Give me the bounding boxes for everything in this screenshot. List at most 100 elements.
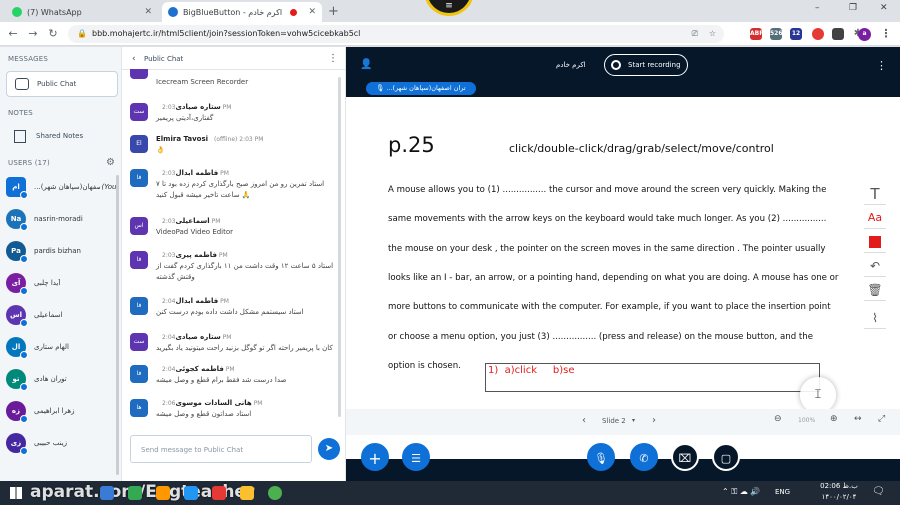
message-sender: فاطمه پیری2:03 PM bbox=[156, 251, 228, 259]
answer-textbox[interactable]: 1) a)click b)se bbox=[485, 363, 820, 392]
fit-width-icon[interactable]: ↔ bbox=[854, 414, 862, 424]
options-icon[interactable]: ⋮ bbox=[876, 59, 887, 72]
profile-avatar[interactable]: a bbox=[858, 28, 871, 41]
new-tab-button[interactable]: + bbox=[328, 4, 339, 19]
notification-icon[interactable]: 🗨 bbox=[872, 486, 885, 497]
url-input[interactable]: 🔒 bbb.mohajertc.ir/html5client/join?sess… bbox=[68, 25, 724, 43]
user-list-item[interactable]: زی زینب حبیبی bbox=[6, 431, 118, 455]
close-icon[interactable]: ✕ bbox=[144, 7, 152, 17]
avatar-initials: زی bbox=[10, 439, 22, 447]
shared-notes-item[interactable]: Shared Notes bbox=[6, 123, 118, 149]
extension-icon[interactable]: 5265 bbox=[770, 28, 787, 40]
app-icon[interactable] bbox=[240, 486, 254, 500]
app-icon[interactable] bbox=[128, 486, 142, 500]
send-button[interactable]: ➤ bbox=[318, 438, 340, 460]
tab-bigbluebutton[interactable]: BigBlueButton - اکرم خادم ✕ bbox=[162, 2, 322, 22]
notes-icon bbox=[14, 129, 26, 143]
cast-icon[interactable]: ⎚ bbox=[692, 25, 698, 43]
multi-user-whiteboard-icon[interactable]: ⌇ bbox=[864, 307, 886, 329]
user-list-item[interactable]: ال الهام ستاری bbox=[6, 335, 118, 359]
shared-notes-label: Shared Notes bbox=[36, 132, 84, 140]
chat-options-icon[interactable]: ⋮ bbox=[328, 53, 338, 64]
chrome-icon[interactable] bbox=[268, 486, 282, 500]
browser-menu-icon[interactable]: ⋮ bbox=[880, 28, 892, 40]
windows-start-icon[interactable] bbox=[10, 487, 22, 499]
sender-name: فاطمه ابدال bbox=[175, 297, 219, 305]
tab-whatsapp[interactable]: (7) WhatsApp ✕ bbox=[6, 2, 158, 22]
reload-icon[interactable]: ↻ bbox=[46, 27, 60, 41]
user-icon[interactable]: 👤 bbox=[360, 59, 372, 70]
microphone-icon bbox=[20, 287, 28, 295]
leave-audio-button[interactable]: ✆ bbox=[630, 443, 658, 471]
slide-page-label: p.25 bbox=[388, 133, 435, 157]
overlay-menu-button[interactable]: ≡ bbox=[424, 0, 474, 16]
public-chat-item[interactable]: Public Chat bbox=[6, 71, 118, 97]
color-picker[interactable] bbox=[864, 231, 886, 253]
avatar: Na bbox=[6, 209, 28, 231]
forward-icon[interactable]: → bbox=[26, 27, 40, 41]
maximize-button[interactable]: ❐ bbox=[849, 3, 857, 13]
user-list-item[interactable]: زه زهرا ابراهیمی bbox=[6, 399, 118, 423]
url-text: bbb.mohajertc.ir/html5client/join?sessio… bbox=[92, 29, 361, 38]
avatar: ال bbox=[6, 337, 28, 359]
clock-date[interactable]: ۱۴۰۰/۰۲/۰۴ bbox=[816, 493, 862, 501]
back-icon[interactable]: ← bbox=[6, 27, 20, 41]
chat-message-input[interactable]: Send message to Public Chat bbox=[130, 435, 312, 463]
text-tool-icon[interactable]: T bbox=[864, 183, 886, 205]
user-list-item[interactable]: ام ...اصفهان(سپاهان شهر) (You) bbox=[6, 175, 118, 199]
user-list-item[interactable]: Pa pardis bizhan bbox=[6, 239, 118, 263]
undo-icon[interactable]: ↶ bbox=[864, 255, 886, 277]
chevron-left-icon[interactable]: ‹ bbox=[132, 54, 136, 64]
clock-time[interactable]: 02:06 ب.ظ bbox=[816, 482, 862, 490]
trash-icon[interactable]: 🗑 bbox=[864, 279, 886, 301]
slide-select[interactable]: Slide 2 bbox=[602, 417, 626, 425]
font-size-icon[interactable]: Aa bbox=[864, 207, 886, 229]
adblock-icon[interactable]: ABP bbox=[750, 28, 764, 40]
avatar: فا bbox=[130, 169, 148, 187]
zoom-in-icon[interactable]: ⊕ bbox=[830, 414, 838, 424]
extension-icon[interactable]: 12 bbox=[790, 28, 802, 40]
user-list-item[interactable]: اس اسماعیلی bbox=[6, 303, 118, 327]
whatsapp-icon bbox=[12, 7, 22, 17]
message-text: کان با پریمیر راحته اگر تو گوگل بزنید را… bbox=[156, 344, 333, 352]
share-webcam-button[interactable]: ⌧ bbox=[671, 443, 699, 471]
microphone-icon bbox=[20, 223, 28, 231]
fullscreen-icon[interactable]: ⤢ bbox=[878, 414, 885, 424]
user-list-item[interactable]: تو توران هادی bbox=[6, 367, 118, 391]
share-screen-button[interactable]: ▢ bbox=[712, 443, 740, 471]
mute-button[interactable]: 🎙 bbox=[587, 443, 615, 471]
gear-icon[interactable]: ⚙ bbox=[106, 157, 115, 168]
poll-button[interactable]: ☰ bbox=[402, 443, 430, 471]
start-recording-button[interactable]: Start recording bbox=[604, 54, 688, 76]
paragraph-line: or choose a menu option, you just (3) ..… bbox=[388, 331, 814, 342]
messages-title: MESSAGES bbox=[8, 55, 49, 63]
next-slide-icon[interactable]: › bbox=[652, 415, 656, 426]
user-name: nasrin-moradi bbox=[34, 215, 83, 223]
avatar: فا bbox=[130, 251, 148, 269]
star-icon[interactable]: ☆ bbox=[709, 25, 716, 43]
scrollbar[interactable] bbox=[116, 175, 119, 475]
tray-icons[interactable]: ⌃ ⚿ ☁ 🔊 bbox=[722, 487, 760, 497]
user-list-item[interactable]: Na nasrin-moradi bbox=[6, 207, 118, 231]
divider bbox=[122, 69, 346, 70]
avatar: آی bbox=[6, 273, 28, 295]
actions-button[interactable]: + bbox=[361, 443, 389, 471]
language-indicator[interactable]: ENG bbox=[775, 488, 790, 496]
zoom-out-icon[interactable]: ⊖ bbox=[774, 414, 782, 424]
previous-slide-icon[interactable]: ‹ bbox=[582, 415, 586, 426]
extension-icon[interactable] bbox=[812, 28, 824, 40]
close-window-button[interactable]: ✕ bbox=[880, 3, 888, 13]
avatar: فا bbox=[130, 365, 148, 383]
app-icon[interactable] bbox=[184, 486, 198, 500]
app-icon[interactable] bbox=[156, 486, 170, 500]
minimize-button[interactable]: – bbox=[815, 3, 820, 13]
slide-controls: ‹ Slide 2 ▾ › ⊖ 100% ⊕ ↔ ⤢ bbox=[346, 409, 900, 435]
answer-text: 1) a)click b)se bbox=[488, 365, 575, 376]
scrollbar[interactable] bbox=[338, 77, 341, 417]
sender-name: ستاره صیادی bbox=[175, 333, 221, 341]
extension-icon[interactable] bbox=[832, 28, 844, 40]
close-icon[interactable]: ✕ bbox=[308, 7, 316, 17]
file-explorer-icon[interactable] bbox=[100, 486, 114, 500]
app-icon[interactable] bbox=[212, 486, 226, 500]
user-list-item[interactable]: آی آیدا چلبی bbox=[6, 271, 118, 295]
